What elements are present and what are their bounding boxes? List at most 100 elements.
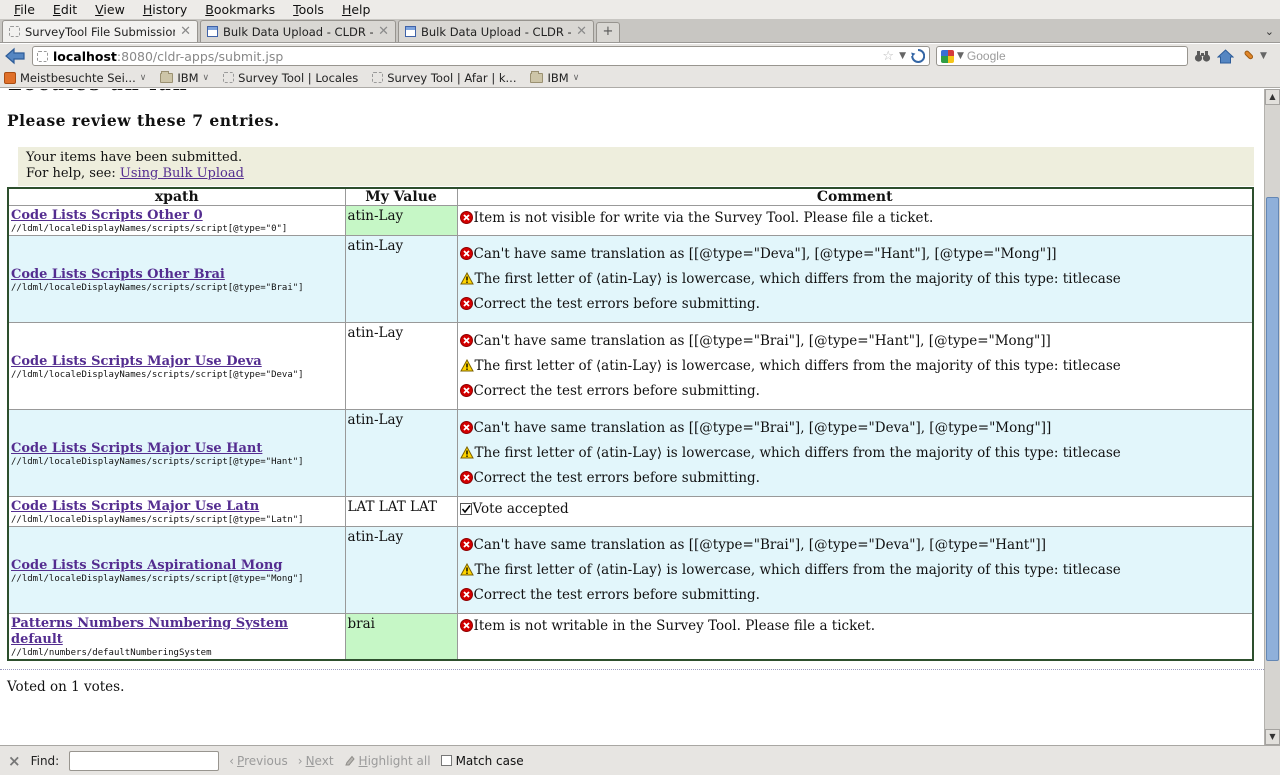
home-icon[interactable] [1217, 49, 1234, 64]
tab-bulk-data-upload-1[interactable]: Bulk Data Upload - CLDR - Un... ✕ [200, 20, 396, 42]
my-value-cell: LAT LAT LAT [345, 497, 457, 527]
menu-help[interactable]: Help [334, 1, 379, 18]
reload-icon[interactable] [911, 49, 925, 63]
menu-tools[interactable]: Tools [285, 1, 332, 18]
col-my-value: My Value [345, 188, 457, 206]
using-bulk-upload-link[interactable]: Using Bulk Upload [120, 166, 244, 181]
xpath-string: //ldml/localeDisplayNames/scripts/script… [11, 457, 343, 467]
match-case-checkbox[interactable]: Match case [441, 754, 524, 768]
review-table: xpath My Value Comment Code Lists Script… [7, 187, 1254, 661]
bookmark-survey-tool-afar[interactable]: Survey Tool | Afar | k... [372, 71, 516, 85]
dotted-divider [0, 669, 1264, 670]
url-bar[interactable]: localhost:8080/cldr-apps/submit.jsp ☆ ▼ [32, 46, 930, 66]
my-value-cell: atin-Lay [345, 236, 457, 323]
table-header-row: xpath My Value Comment [8, 188, 1253, 206]
error-icon [460, 247, 473, 260]
xpath-link[interactable]: Code Lists Scripts Other Brai [11, 267, 225, 282]
bookmark-most-visited[interactable]: Meistbesuchte Sei... ∨ [4, 71, 146, 85]
col-xpath: xpath [8, 188, 345, 206]
tab-surveytool-file-submission[interactable]: SurveyTool File Submission | ... ✕ [2, 20, 198, 42]
notice-line1: Your items have been submitted. [26, 150, 1246, 166]
menu-bar: File Edit View History Bookmarks Tools H… [0, 0, 1280, 19]
toolbar-overflow-chevron-icon[interactable]: ▼ [1260, 51, 1267, 61]
folder-icon [530, 73, 543, 83]
table-row: Code Lists Scripts Other 0 //ldml/locale… [8, 206, 1253, 236]
find-input[interactable] [69, 751, 219, 771]
quick-tool-icon[interactable] [1240, 49, 1254, 63]
chevron-down-icon: ∨ [573, 73, 580, 83]
bookmark-survey-tool-locales[interactable]: Survey Tool | Locales [223, 71, 358, 85]
url-dropdown-icon[interactable]: ▼ [899, 51, 906, 61]
vertical-scrollbar[interactable]: ▲ ▼ [1264, 89, 1280, 745]
xpath-string: //ldml/localeDisplayNames/scripts/script… [11, 370, 343, 380]
tab-list-chevron-icon[interactable]: ⌄ [1265, 25, 1274, 38]
xpath-link[interactable]: Patterns Numbers Numbering System defaul… [11, 616, 288, 647]
site-favicon-icon [37, 51, 48, 62]
tab-title: Bulk Data Upload - CLDR - Un... [223, 25, 373, 39]
close-icon[interactable]: × [8, 752, 21, 770]
comment-text: Correct the test errors before submittin… [474, 470, 760, 486]
checkbox-icon[interactable] [441, 755, 452, 766]
back-button[interactable] [4, 47, 26, 65]
comment-text: Correct the test errors before submittin… [474, 587, 760, 603]
error-icon [460, 334, 473, 347]
menu-edit[interactable]: Edit [45, 1, 85, 18]
table-row: Code Lists Scripts Major Use Latn //ldml… [8, 497, 1253, 527]
tab-close-icon[interactable]: ✕ [180, 27, 191, 37]
comment-text: Can't have same translation as [[@type="… [474, 333, 1051, 349]
my-value-cell: brai [345, 614, 457, 661]
menu-view[interactable]: View [87, 1, 133, 18]
xpath-link[interactable]: Code Lists Scripts Major Use Deva [11, 354, 262, 369]
new-tab-button[interactable]: + [596, 22, 620, 42]
search-bar[interactable]: ▼ [936, 46, 1188, 66]
tab-bulk-data-upload-2[interactable]: Bulk Data Upload - CLDR - Un... ✕ [398, 20, 594, 42]
search-input[interactable] [967, 49, 1183, 63]
comment-text: The first letter of ⟨atin-Lay⟩ is lowerc… [475, 358, 1121, 374]
scroll-down-icon[interactable]: ▼ [1265, 729, 1280, 745]
google-engine-icon[interactable] [941, 50, 954, 63]
search-engine-dropdown-icon[interactable]: ▼ [957, 51, 964, 61]
comment-text: Item is not visible for write via the Su… [474, 210, 934, 226]
error-icon [460, 471, 473, 484]
comment-text: The first letter of ⟨atin-Lay⟩ is lowerc… [475, 271, 1121, 287]
bookmark-folder-ibm-2[interactable]: IBM ∨ [530, 71, 579, 85]
warning-icon [460, 359, 474, 372]
most-visited-icon [4, 72, 16, 84]
xpath-string: //ldml/localeDisplayNames/scripts/script… [11, 283, 343, 293]
error-icon [460, 421, 473, 434]
tab-close-icon[interactable]: ✕ [576, 27, 587, 37]
menu-bookmarks[interactable]: Bookmarks [197, 1, 283, 18]
chevron-down-icon: ∨ [140, 73, 147, 83]
xpath-string: //ldml/localeDisplayNames/scripts/script… [11, 574, 343, 584]
tab-close-icon[interactable]: ✕ [378, 27, 389, 37]
blank-favicon-icon [372, 72, 383, 83]
find-previous-button[interactable]: ‹Previous [229, 754, 288, 768]
col-comment: Comment [457, 188, 1253, 206]
menu-file[interactable]: File [6, 1, 43, 18]
bookmark-star-icon[interactable]: ☆ [882, 49, 894, 64]
find-next-button[interactable]: ›Next [298, 754, 334, 768]
highlight-all-button[interactable]: Highlight all [344, 754, 431, 768]
bookmark-folder-ibm-1[interactable]: IBM ∨ [160, 71, 209, 85]
table-row: Code Lists Scripts Aspirational Mong //l… [8, 527, 1253, 614]
my-value-cell: atin-Lay [345, 410, 457, 497]
xpath-link[interactable]: Code Lists Scripts Major Use Latn [11, 499, 259, 514]
warning-icon [460, 272, 474, 285]
my-value-cell: atin-Lay [345, 206, 457, 236]
menu-history[interactable]: History [135, 1, 195, 18]
binoculars-icon[interactable] [1194, 49, 1211, 63]
error-icon [460, 297, 473, 310]
blank-favicon-icon [9, 26, 20, 37]
comment-text: Item is not writable in the Survey Tool.… [474, 618, 875, 634]
xpath-link[interactable]: Code Lists Scripts Other 0 [11, 208, 203, 223]
scroll-up-icon[interactable]: ▲ [1265, 89, 1280, 105]
page-viewport: Locales an lan Please review these 7 ent… [0, 89, 1264, 745]
xpath-link[interactable]: Code Lists Scripts Aspirational Mong [11, 558, 282, 573]
check-icon [460, 503, 472, 515]
xpath-link[interactable]: Code Lists Scripts Major Use Hant [11, 441, 262, 456]
scrollbar-thumb[interactable] [1266, 197, 1279, 661]
comment-text: The first letter of ⟨atin-Lay⟩ is lowerc… [475, 562, 1121, 578]
error-icon [460, 538, 473, 551]
highlighter-icon [344, 755, 356, 767]
table-row: Code Lists Scripts Other Brai //ldml/loc… [8, 236, 1253, 323]
